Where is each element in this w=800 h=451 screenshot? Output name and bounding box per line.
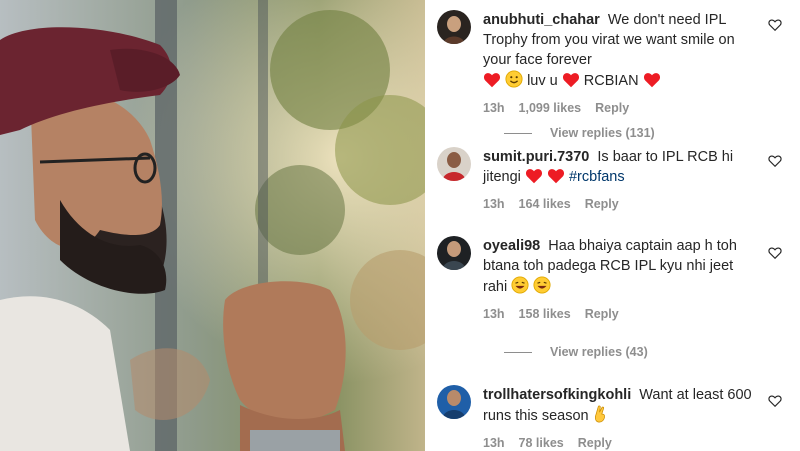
post-view: anubhuti_chahar We don't need IPL Trophy… xyxy=(0,0,800,451)
divider xyxy=(504,132,532,134)
view-replies-button[interactable]: View replies (43) xyxy=(504,345,648,359)
avatar[interactable] xyxy=(437,236,471,270)
like-heart-icon[interactable] xyxy=(768,246,782,260)
reply-button[interactable]: Reply xyxy=(585,197,619,211)
red-heart-emoji xyxy=(643,72,661,94)
comment-username[interactable]: trollhatersofkingkohli xyxy=(483,387,631,403)
avatar-image xyxy=(437,385,471,419)
fingers-crossed-emoji xyxy=(593,405,607,429)
like-heart-icon[interactable] xyxy=(768,18,782,32)
post-photo xyxy=(0,0,425,451)
comment-item: oyeali98 Haa bhaiya captain aap h toh bt… xyxy=(437,236,755,321)
comment-time: 13h xyxy=(483,307,505,321)
reply-button[interactable]: Reply xyxy=(595,101,629,115)
avatar[interactable] xyxy=(437,10,471,44)
view-replies-label[interactable]: View replies (131) xyxy=(550,126,655,140)
red-heart-emoji xyxy=(562,72,580,94)
photo-illustration xyxy=(0,0,425,451)
comment-time: 13h xyxy=(483,436,505,450)
avatar[interactable] xyxy=(437,385,471,419)
divider xyxy=(504,351,532,353)
comment-body-tail: luv u xyxy=(527,73,558,89)
reply-button[interactable]: Reply xyxy=(578,436,612,450)
comment-likes[interactable]: 78 likes xyxy=(519,436,564,450)
laughing-emoji xyxy=(511,276,529,300)
comment-body-tail: RCBIAN xyxy=(583,73,639,89)
comment-meta: 13h 164 likes Reply xyxy=(483,197,755,211)
hashtag-link[interactable]: #rcbfans xyxy=(569,169,625,185)
comment-username[interactable]: oyeali98 xyxy=(483,238,540,254)
comment-item: trollhatersofkingkohli Want at least 600… xyxy=(437,385,755,450)
comment-text: oyeali98 Haa bhaiya captain aap h toh bt… xyxy=(483,236,755,300)
comment-likes[interactable]: 1,099 likes xyxy=(519,101,582,115)
view-replies-label[interactable]: View replies (43) xyxy=(550,345,648,359)
avatar-image xyxy=(437,147,471,181)
comment-meta: 13h 78 likes Reply xyxy=(483,436,755,450)
avatar-image xyxy=(437,10,471,44)
red-heart-emoji xyxy=(547,168,565,190)
comment-item: sumit.puri.7370 Is baar to IPL RCB hi ji… xyxy=(437,147,755,211)
laughing-emoji xyxy=(533,276,551,300)
comment-item: anubhuti_chahar We don't need IPL Trophy… xyxy=(437,10,755,115)
smile-emoji xyxy=(505,70,523,94)
comment-text: trollhatersofkingkohli Want at least 600… xyxy=(483,385,755,429)
comment-username[interactable]: sumit.puri.7370 xyxy=(483,149,589,165)
like-heart-icon[interactable] xyxy=(768,394,782,408)
comment-likes[interactable]: 158 likes xyxy=(519,307,571,321)
like-heart-icon[interactable] xyxy=(768,154,782,168)
avatar[interactable] xyxy=(437,147,471,181)
red-heart-emoji xyxy=(525,168,543,190)
red-heart-emoji xyxy=(483,72,501,94)
comment-text: anubhuti_chahar We don't need IPL Trophy… xyxy=(483,10,755,94)
view-replies-button[interactable]: View replies (131) xyxy=(504,126,655,140)
comment-time: 13h xyxy=(483,101,505,115)
comment-likes[interactable]: 164 likes xyxy=(519,197,571,211)
reply-button[interactable]: Reply xyxy=(585,307,619,321)
comment-time: 13h xyxy=(483,197,505,211)
comment-meta: 13h 158 likes Reply xyxy=(483,307,755,321)
comments-panel[interactable]: anubhuti_chahar We don't need IPL Trophy… xyxy=(425,0,800,451)
comment-text: sumit.puri.7370 Is baar to IPL RCB hi ji… xyxy=(483,147,755,190)
avatar-image xyxy=(437,236,471,270)
comment-meta: 13h 1,099 likes Reply xyxy=(483,101,755,115)
comment-username[interactable]: anubhuti_chahar xyxy=(483,12,600,28)
